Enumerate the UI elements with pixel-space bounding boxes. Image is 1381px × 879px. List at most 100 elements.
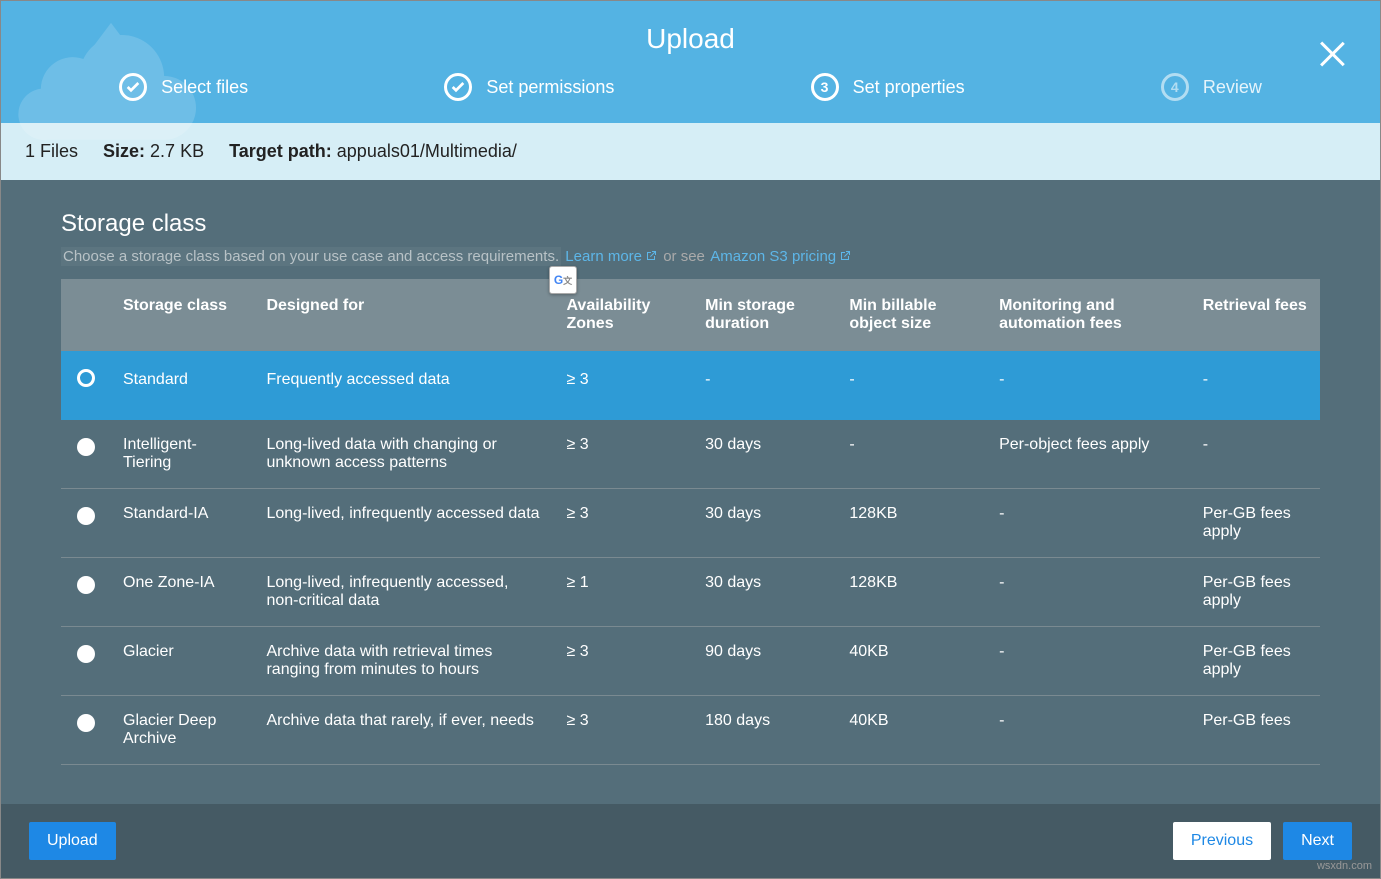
cell-az: ≥ 1	[554, 558, 693, 627]
step-select-files[interactable]: Select files	[119, 73, 248, 101]
step-review[interactable]: 4 Review	[1161, 73, 1262, 101]
next-button[interactable]: Next	[1283, 822, 1352, 860]
cell-name: Glacier	[111, 627, 254, 696]
radio-button[interactable]	[77, 645, 95, 663]
cell-retrieval: Per-GB fees apply	[1191, 489, 1320, 558]
cell-monitoring: -	[987, 489, 1191, 558]
step-label: Set permissions	[486, 77, 614, 98]
content-scroll[interactable]: 1 Files Size: 2.7 KB Target path: appual…	[1, 123, 1380, 804]
target-path-label: Target path:	[229, 141, 332, 161]
cell-designed: Long-lived, infrequently accessed data	[254, 489, 554, 558]
cell-name: Glacier Deep Archive	[111, 696, 254, 765]
table-row[interactable]: Intelligent-Tiering Long-lived data with…	[61, 420, 1320, 489]
cell-az: ≥ 3	[554, 489, 693, 558]
cell-duration: 90 days	[693, 627, 837, 696]
cell-minsize: -	[837, 420, 987, 489]
cell-minsize: 128KB	[837, 489, 987, 558]
col-storage-class: Storage class	[111, 279, 254, 351]
col-designed-for: Designed for	[254, 279, 554, 351]
table-row[interactable]: Standard-IA Long-lived, infrequently acc…	[61, 489, 1320, 558]
storage-class-table: Storage class Designed for Availability …	[61, 279, 1320, 765]
col-min-size: Min billable object size	[837, 279, 987, 351]
step-set-permissions[interactable]: Set permissions	[444, 73, 614, 101]
radio-button[interactable]	[77, 438, 95, 456]
table-header-row: Storage class Designed for Availability …	[61, 279, 1320, 351]
learn-more-link[interactable]: Learn more	[565, 248, 657, 265]
radio-button[interactable]	[77, 369, 95, 387]
cell-minsize: 128KB	[837, 558, 987, 627]
wizard-steps: Select files Set permissions 3 Set prope…	[1, 73, 1380, 123]
col-retrieval: Retrieval fees	[1191, 279, 1320, 351]
cell-designed: Archive data that rarely, if ever, needs	[254, 696, 554, 765]
google-translate-icon[interactable]: G文	[549, 266, 577, 294]
cell-name: One Zone-IA	[111, 558, 254, 627]
external-link-icon	[645, 249, 657, 261]
cell-minsize: -	[837, 351, 987, 420]
step-set-properties[interactable]: 3 Set properties	[811, 73, 965, 101]
cell-az: ≥ 3	[554, 696, 693, 765]
cell-duration: -	[693, 351, 837, 420]
target-path-value: appuals01/Multimedia/	[337, 141, 517, 161]
col-monitoring: Monitoring and automation fees	[987, 279, 1191, 351]
cell-duration: 30 days	[693, 489, 837, 558]
radio-button[interactable]	[77, 576, 95, 594]
cell-duration: 180 days	[693, 696, 837, 765]
cell-duration: 30 days	[693, 558, 837, 627]
radio-button[interactable]	[77, 507, 95, 525]
cell-retrieval: Per-GB fees apply	[1191, 627, 1320, 696]
cell-monitoring: -	[987, 696, 1191, 765]
col-min-duration: Min storage duration	[693, 279, 837, 351]
cell-minsize: 40KB	[837, 627, 987, 696]
previous-button[interactable]: Previous	[1173, 822, 1271, 860]
table-row[interactable]: One Zone-IA Long-lived, infrequently acc…	[61, 558, 1320, 627]
checkmark-icon	[119, 73, 147, 101]
table-row[interactable]: Standard Frequently accessed data ≥ 3 - …	[61, 351, 1320, 420]
size-label: Size:	[103, 141, 145, 161]
cell-designed: Long-lived data with changing or unknown…	[254, 420, 554, 489]
cell-az: ≥ 3	[554, 420, 693, 489]
section-subtitle: Choose a storage class based on your use…	[61, 248, 1320, 265]
cell-name: Intelligent-Tiering	[111, 420, 254, 489]
table-row[interactable]: Glacier Deep Archive Archive data that r…	[61, 696, 1320, 765]
cell-minsize: 40KB	[837, 696, 987, 765]
cell-name: Standard-IA	[111, 489, 254, 558]
step-label: Select files	[161, 77, 248, 98]
section-title: Storage class	[61, 210, 1320, 238]
pricing-link[interactable]: Amazon S3 pricing	[710, 248, 851, 265]
cell-monitoring: Per-object fees apply	[987, 420, 1191, 489]
checkmark-icon	[444, 73, 472, 101]
cell-retrieval: Per-GB fees	[1191, 696, 1320, 765]
cell-designed: Long-lived, infrequently accessed, non-c…	[254, 558, 554, 627]
cell-monitoring: -	[987, 558, 1191, 627]
cell-az: ≥ 3	[554, 627, 693, 696]
watermark: wsxdn.com	[1317, 860, 1372, 872]
table-row[interactable]: Glacier Archive data with retrieval time…	[61, 627, 1320, 696]
cell-name: Standard	[111, 351, 254, 420]
file-count: 1 Files	[25, 141, 78, 162]
properties-section: Storage class G文 Choose a storage class …	[1, 180, 1380, 785]
radio-button[interactable]	[77, 714, 95, 732]
col-radio	[61, 279, 111, 351]
cell-monitoring: -	[987, 627, 1191, 696]
upload-dialog: Upload Select files Set permissions 3 Se…	[0, 0, 1381, 879]
dialog-footer: Upload Previous Next	[1, 804, 1380, 878]
step-number-icon: 3	[811, 73, 839, 101]
cell-retrieval: -	[1191, 351, 1320, 420]
external-link-icon	[839, 249, 851, 261]
cell-retrieval: -	[1191, 420, 1320, 489]
step-label: Set properties	[853, 77, 965, 98]
step-number-icon: 4	[1161, 73, 1189, 101]
cell-designed: Frequently accessed data	[254, 351, 554, 420]
close-button[interactable]	[1314, 36, 1350, 72]
size-value: 2.7 KB	[150, 141, 204, 161]
separator-text: or see	[663, 248, 705, 265]
cell-duration: 30 days	[693, 420, 837, 489]
upload-info-bar: 1 Files Size: 2.7 KB Target path: appual…	[1, 123, 1380, 180]
cell-designed: Archive data with retrieval times rangin…	[254, 627, 554, 696]
dialog-title: Upload	[1, 1, 1380, 73]
step-label: Review	[1203, 77, 1262, 98]
upload-button[interactable]: Upload	[29, 822, 116, 860]
subtitle-text: Choose a storage class based on your use…	[61, 247, 561, 266]
cell-monitoring: -	[987, 351, 1191, 420]
cell-az: ≥ 3	[554, 351, 693, 420]
